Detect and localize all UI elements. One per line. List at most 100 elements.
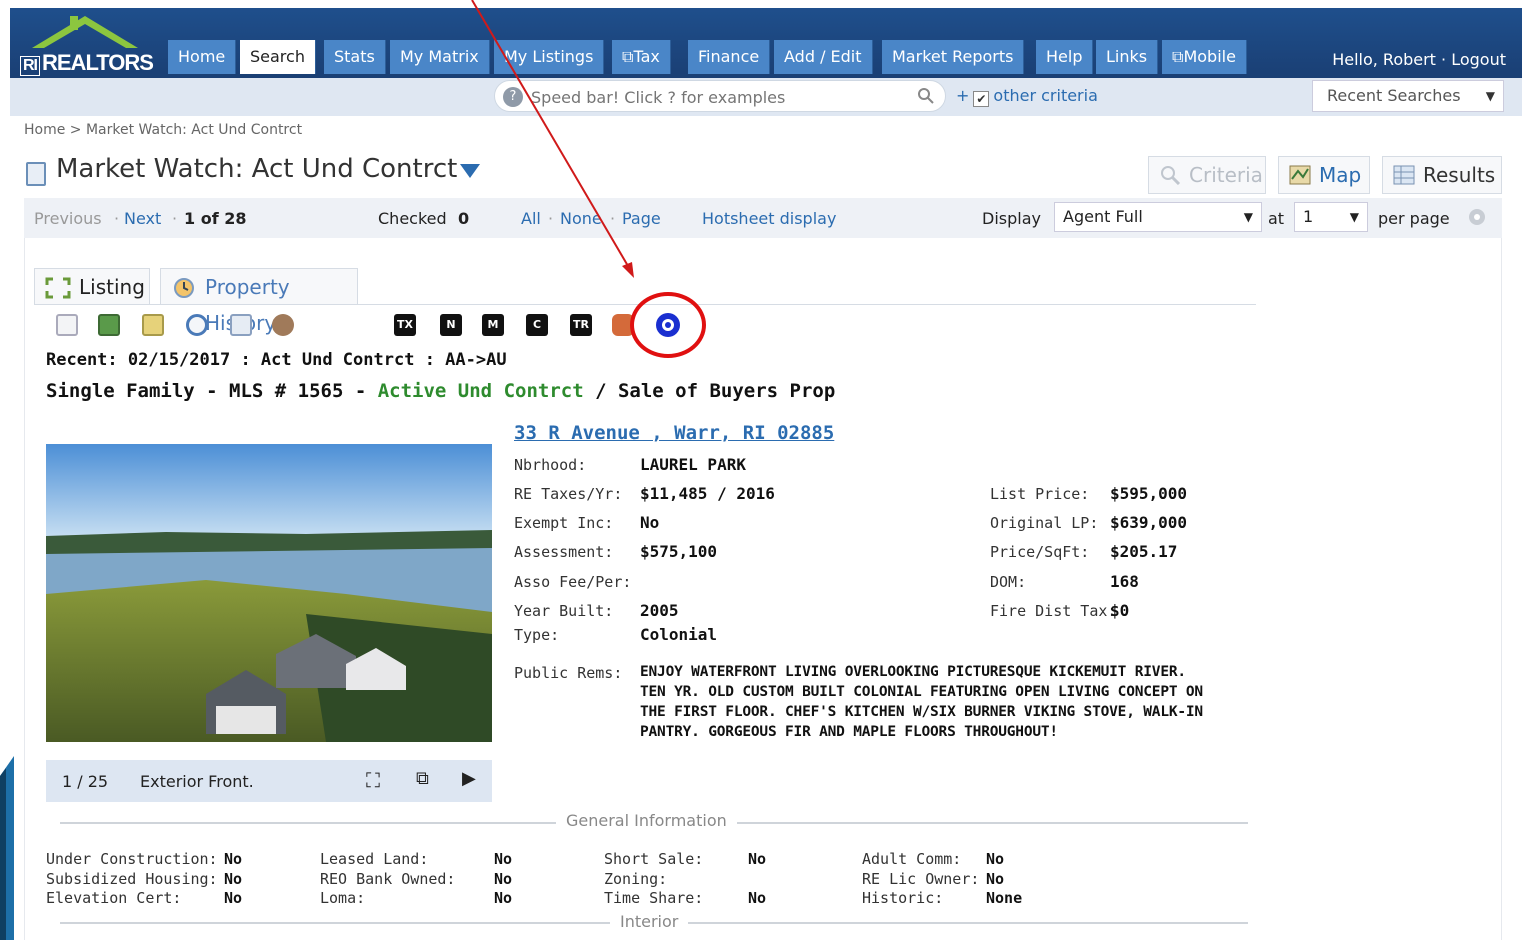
- tax-tx-icon[interactable]: TX: [394, 314, 416, 336]
- criteria-button[interactable]: Criteria: [1148, 156, 1266, 194]
- pager-bar: Previous · Next · 1 of 28 Checked 0 All …: [24, 198, 1502, 238]
- field-value: No: [986, 870, 1005, 888]
- field-label: RE Lic Owner:: [862, 870, 980, 888]
- search-icon[interactable]: [917, 87, 935, 105]
- select-page-link[interactable]: Page: [622, 209, 661, 228]
- select-all-link[interactable]: All: [521, 209, 541, 228]
- neighborhood-icon[interactable]: [272, 314, 294, 336]
- nav-tab-search[interactable]: Search: [240, 40, 316, 74]
- field-label: Zoning:: [604, 870, 668, 888]
- status-badge: Active Und Contrct: [377, 380, 584, 402]
- checked-count: 0: [458, 209, 470, 228]
- field-value: No: [224, 850, 243, 868]
- field-value: $575,100: [640, 542, 718, 561]
- price-per-sqft: $205.17: [1110, 542, 1178, 561]
- nav-tab-finance[interactable]: Finance: [688, 40, 771, 74]
- photo-icon[interactable]: [98, 314, 120, 336]
- original-list-price: $639,000: [1110, 513, 1188, 532]
- chevron-down-icon[interactable]: [460, 164, 480, 178]
- field-label: Elevation Cert:: [46, 889, 182, 907]
- tab-listing[interactable]: Listing: [34, 268, 150, 304]
- separator: ·: [172, 209, 178, 228]
- popout-icon[interactable]: ⧉: [416, 768, 429, 789]
- n-report-icon[interactable]: N: [440, 314, 462, 336]
- search-icon: [1161, 166, 1181, 185]
- nav-tab-tax[interactable]: ⧉Tax: [612, 40, 671, 74]
- recent-status-line: Recent: 02/15/2017 : Act Und Contrct : A…: [46, 350, 507, 370]
- field-label: Type:: [514, 626, 560, 644]
- listing-photo[interactable]: [46, 444, 492, 742]
- map-button[interactable]: Map: [1278, 156, 1370, 194]
- previous-link[interactable]: Previous: [34, 209, 102, 228]
- ri-realtors-logo[interactable]: RI REALTORS: [18, 10, 154, 76]
- nav-tab-my-matrix[interactable]: My Matrix: [390, 40, 490, 74]
- separator: ·: [610, 209, 616, 228]
- logo-text: RI REALTORS: [20, 50, 154, 76]
- next-photo-icon[interactable]: ▶: [462, 768, 476, 789]
- nav-tab-help[interactable]: Help: [1036, 40, 1094, 74]
- field-value: No: [494, 870, 513, 888]
- tab-property-history[interactable]: Property History: [160, 268, 358, 335]
- nav-tab-mobile[interactable]: ⧉Mobile: [1162, 40, 1247, 74]
- select-none-link[interactable]: None: [560, 209, 602, 228]
- checked-label: Checked: [378, 209, 447, 228]
- user-greeting-logout[interactable]: Hello, Robert · Logout: [1332, 50, 1506, 69]
- hotsheet-display-link[interactable]: Hotsheet display: [702, 209, 836, 228]
- display-label: Display: [982, 209, 1041, 228]
- clock-icon: [174, 278, 194, 298]
- next-link[interactable]: Next: [124, 209, 161, 228]
- field-label: Fire Dist Tax:: [990, 602, 1117, 620]
- fire-dist-tax: $0: [1110, 601, 1130, 620]
- page-title: Market Watch: Act Und Contrct: [56, 154, 458, 184]
- gear-icon[interactable]: [1466, 206, 1488, 228]
- nav-tab-home[interactable]: Home: [168, 40, 237, 74]
- nav-tab-market-reports[interactable]: Market Reports: [882, 40, 1025, 74]
- nav-tab-my-listings[interactable]: My Listings: [494, 40, 605, 74]
- field-label: List Price:: [990, 485, 1090, 503]
- photo-index: 1 / 25: [62, 772, 109, 791]
- field-value: No: [224, 889, 243, 907]
- history-icon[interactable]: [186, 314, 208, 336]
- popup-icon: ⧉: [622, 47, 634, 66]
- nav-tab-links[interactable]: Links: [1096, 40, 1159, 74]
- c-report-icon[interactable]: C: [526, 314, 548, 336]
- speed-bar[interactable]: ?: [494, 80, 946, 112]
- m-report-icon[interactable]: M: [482, 314, 504, 336]
- results-button[interactable]: Results: [1382, 156, 1502, 194]
- speed-bar-input[interactable]: [531, 86, 891, 108]
- field-label: Assessment:: [514, 543, 614, 561]
- list-price: $595,000: [1110, 484, 1188, 503]
- field-label: Nbrhood:: [514, 456, 587, 474]
- copy-icon[interactable]: [230, 314, 252, 336]
- field-value: No: [748, 850, 767, 868]
- recent-searches-dropdown[interactable]: Recent Searches ▼: [1312, 80, 1504, 112]
- field-value: No: [494, 850, 513, 868]
- section-title-interior: Interior: [610, 912, 689, 931]
- other-criteria-checkbox[interactable]: ✔: [973, 91, 990, 107]
- help-question-icon[interactable]: ?: [503, 87, 523, 107]
- nav-tab-add-edit[interactable]: Add / Edit: [774, 40, 873, 74]
- display-format-select[interactable]: Agent Full ▼: [1054, 202, 1262, 232]
- field-value: $11,485 / 2016: [640, 484, 775, 503]
- popup-icon: ⧉: [1172, 47, 1184, 66]
- nav-tab-stats[interactable]: Stats: [324, 40, 386, 74]
- public-remarks-label: Public Rems:: [514, 664, 623, 682]
- field-value: 2005: [640, 601, 679, 620]
- annotation-highlight-circle: [630, 292, 706, 358]
- other-criteria-toggle[interactable]: + ✔ other criteria: [956, 86, 1098, 107]
- field-label: Under Construction:: [46, 850, 218, 868]
- grid-icon: [1393, 165, 1415, 185]
- select-checkbox[interactable]: [56, 314, 78, 336]
- breadcrumb: Home > Market Watch: Act Und Contrct: [24, 122, 303, 138]
- field-label: Time Share:: [604, 889, 704, 907]
- fullscreen-icon[interactable]: ⛶: [366, 768, 380, 792]
- listing-address-link[interactable]: 33 R Avenue , Warr, RI 02885: [514, 422, 834, 444]
- per-page-select[interactable]: 1 ▼: [1294, 202, 1368, 232]
- field-label: RE Taxes/Yr:: [514, 485, 623, 503]
- field-value: No: [640, 513, 660, 532]
- document-icon: [26, 162, 46, 186]
- separator: ·: [548, 209, 554, 228]
- tr-report-icon[interactable]: TR: [570, 314, 592, 336]
- map-icon[interactable]: [142, 314, 164, 336]
- field-label: Loma:: [320, 889, 366, 907]
